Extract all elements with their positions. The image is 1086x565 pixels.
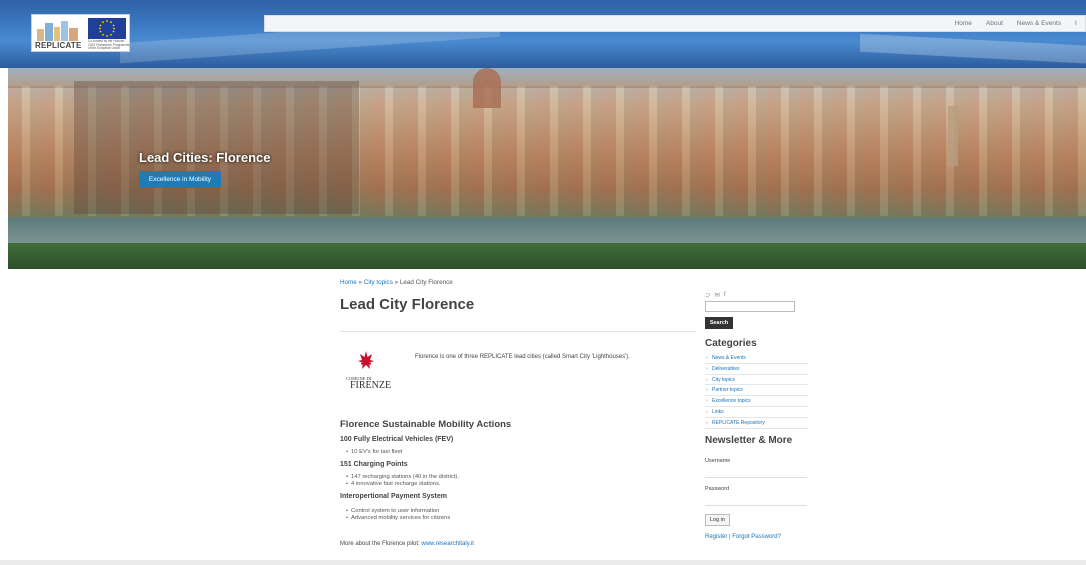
social-icons: ⊃ ✉ f [705,291,726,299]
hero-banner [8,68,1086,269]
category-deliverables[interactable]: › Deliverables [705,364,808,375]
hero-title: Lead Cities: Florence [139,150,271,165]
florence-lily-icon [358,351,374,369]
hero-overlay-panel [74,81,359,214]
password-field[interactable] [705,494,807,506]
header-decoration [860,33,1086,65]
hero-dome [473,68,501,108]
logo-wordmark: REPLICATE [35,41,82,50]
intro-text: Florence is one of three REPLICATE lead … [415,354,630,360]
chevron-right-icon: › [706,408,708,415]
chevron-right-icon: › [706,376,708,383]
nav-news-events[interactable]: News & Events [1017,20,1061,27]
list-item: • Control system to user information [346,508,440,514]
login-button[interactable]: Log in [705,514,730,526]
divider [340,331,696,332]
list-item: • 4 innovative fast recharge stations. [346,481,441,487]
breadcrumb-current: Lead City Florence [399,279,453,286]
chevron-right-icon: › [706,365,708,372]
nav-home[interactable]: Home [955,20,972,27]
comune-di-firenze-logo: COMUNE DI FIRENZE [346,351,391,397]
list-item: • 147 recharging stations (40 in the dist… [346,474,459,480]
section-title-fev: 100 Fully Electrical Vehicles (FEV) [340,436,454,443]
mobility-section-title: Florence Sustainable Mobility Actions [340,419,512,430]
footer-bar [0,560,1086,565]
categories-list: › News & Events › Deliverables › City topic… [705,353,808,429]
facebook-icon[interactable]: f [724,291,726,299]
category-excellence-topics[interactable]: › Excellence topics [705,396,808,407]
hero-tower [948,106,958,166]
replicate-logo[interactable]: REPLICATE Co-funded by the Horizon 2020 … [31,14,130,52]
password-label: Password [705,486,730,492]
rss-icon[interactable]: ⊃ [705,291,710,299]
more-about-text: More about the Florence pilot: www.resea… [340,541,474,547]
newsletter-title: Newsletter & More [705,435,793,446]
categories-title: Categories [705,338,757,349]
breadcrumb: Home » City topics » Lead City Florence [340,279,453,286]
category-replicate-repository[interactable]: › REPLICATE Repository [705,418,808,429]
page-title: Lead City Florence [340,296,475,313]
username-label: Username [705,458,731,464]
search-button[interactable]: Search [705,317,733,329]
category-city-topics[interactable]: › City topics [705,375,808,386]
search-input[interactable] [705,301,795,312]
page: REPLICATE Co-funded by the Horizon 2020 … [0,0,1086,565]
register-link[interactable]: Register [705,534,727,540]
breadcrumb-separator: » [394,279,399,286]
hero-river [8,218,1086,244]
breadcrumb-home-link[interactable]: Home [340,279,357,286]
mail-icon[interactable]: ✉ [714,291,719,299]
top-navigation: Home About News & Events I [264,15,1086,32]
excellence-in-mobility-button[interactable]: Excellence in Mobility [139,171,221,188]
breadcrumb-separator: » [358,279,363,286]
chevron-right-icon: › [706,398,708,405]
category-partner-topics[interactable]: › Partner topics [705,385,808,397]
chevron-right-icon: › [706,419,708,426]
username-field[interactable] [705,466,807,478]
breadcrumb-city-topics-link[interactable]: City topics [364,279,393,286]
category-links[interactable]: › Links [705,407,808,418]
account-links: Register | Forgot Password? [705,534,781,540]
list-item: • 10 EV's for taxi fleet [346,449,403,455]
list-item: • Advanced mobility services for citizens [346,515,451,521]
section-title-payment: Interopertional Payment System [340,493,447,500]
eu-flag-icon [88,18,126,39]
site-header: REPLICATE Co-funded by the Horizon 2020 … [0,0,1086,68]
hero-trees [8,243,1086,269]
links-separator: | [729,534,731,540]
section-title-charging: 151 Charging Points [340,461,408,468]
researchitaly-link[interactable]: www.researchitaly.it [421,541,474,547]
city-skyline-icon [37,21,78,41]
eu-caption: Co-funded by the Horizon 2020 Framework … [88,39,130,51]
chevron-right-icon: › [706,387,708,394]
nav-about[interactable]: About [986,20,1003,27]
nav-item-cut-off[interactable]: I [1075,20,1085,27]
category-news-events[interactable]: › News & Events [705,353,808,364]
logo-caption-bottom: FIRENZE [350,380,392,391]
chevron-right-icon: › [706,355,708,361]
forgot-password-link[interactable]: Forgot Password? [732,534,781,540]
